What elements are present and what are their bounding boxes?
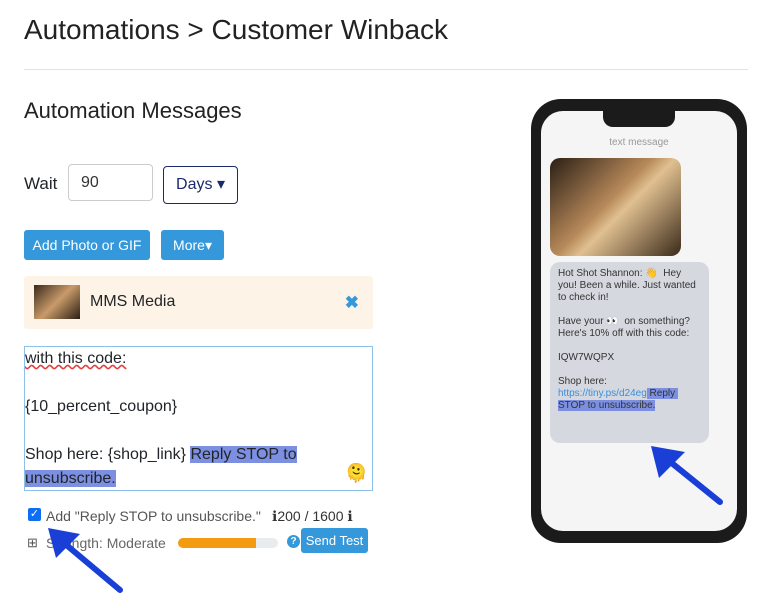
unit-value: Days [176,176,213,193]
preview-header: text message [609,137,669,148]
emoji-picker-icon[interactable]: 🫠 [345,463,367,484]
expand-icon[interactable]: ⊞ [27,535,38,551]
section-title: Automation Messages [24,98,242,123]
message-textarea[interactable]: with this code: {10_percent_coupon} Shop… [24,346,373,491]
editor-line: Shop here: {shop_link} [25,446,187,463]
strength-fill [178,538,256,548]
divider [24,69,748,70]
message-bubble: Hot Shot Shannon: 👋 Hey you! Been a whil… [550,262,709,443]
selected-text: unsubscribe. [25,470,116,487]
unit-dropdown[interactable]: Days ▾ [163,166,238,204]
send-test-button[interactable]: Send Test [301,528,368,553]
annotation-arrow [651,446,723,505]
annotation-arrow [48,528,123,593]
message-text: Hot Shot Shannon: 👋 Hey you! Been a whil… [558,268,696,387]
media-attachment: MMS Media ✖ [24,276,373,329]
caret-down-icon: ▾ [216,176,225,193]
add-photo-button[interactable]: Add Photo or GIF [24,230,150,260]
wait-label: Wait [24,174,58,193]
caret-down-icon: ▾ [204,237,212,253]
preview-image [550,158,681,256]
strength-bar [178,538,278,548]
remove-media-icon[interactable]: ✖ [345,293,359,313]
editor-line: {10_percent_coupon} [25,398,178,415]
more-dropdown[interactable]: More▾ [161,230,224,260]
char-count: ℹ200 / 1600 ℹ [272,508,353,525]
selected-text: Reply STOP to [190,446,297,463]
more-label: More [173,237,205,253]
breadcrumb: Automations > Customer Winback [24,14,449,45]
phone-notch [603,111,675,127]
help-icon[interactable]: ? [287,535,300,548]
editor-line: with this code: [25,350,127,367]
wait-input[interactable]: 90 [68,164,153,201]
media-thumbnail [34,285,80,319]
char-count-value: 200 / 1600 [277,508,344,524]
info-icon: ℹ [347,508,353,524]
message-link[interactable]: https://tiny.ps/d24eg [558,388,647,399]
media-label: MMS Media [90,293,176,310]
